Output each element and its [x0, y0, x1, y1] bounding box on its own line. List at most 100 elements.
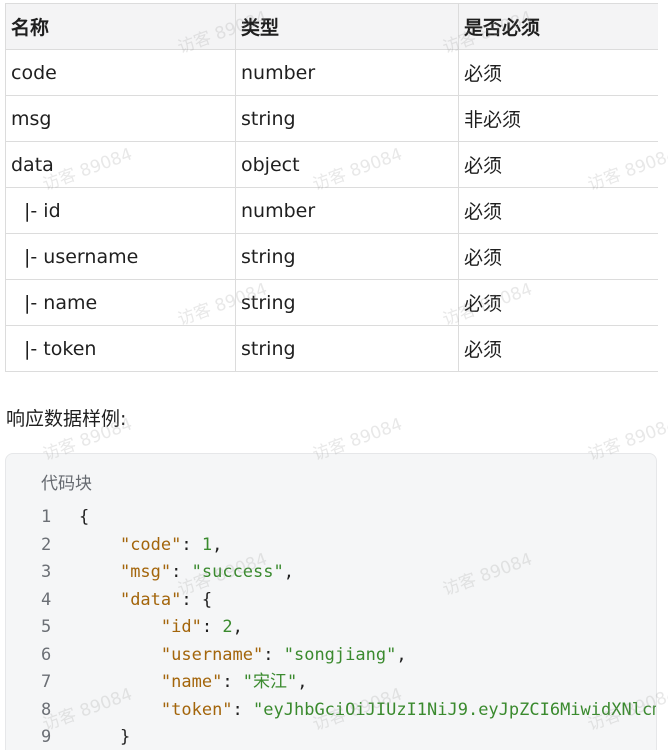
- params-table: 名称 类型 是否必须 code number 必须 msg string 非必须…: [5, 3, 658, 372]
- code-line: 2 "code": 1,: [6, 532, 656, 560]
- cell-required: 必须: [458, 279, 658, 326]
- header-name: 名称: [5, 3, 236, 50]
- table-row: msg string 非必须: [5, 95, 658, 142]
- cell-type: number: [235, 187, 459, 234]
- line-number: 6: [41, 644, 52, 665]
- line-content: "username": "songjiang",: [79, 642, 407, 670]
- line-number: 1: [41, 507, 52, 527]
- code-token: :: [181, 534, 202, 555]
- table-row: |- id number 必须: [5, 187, 658, 234]
- code-token: 2: [222, 617, 233, 637]
- cell-required: 必须: [458, 141, 658, 188]
- code-token: "name": [160, 672, 223, 692]
- cell-type: string: [235, 233, 459, 280]
- page: 名称 类型 是否必须 code number 必须 msg string 非必须…: [0, 0, 668, 750]
- cell-name: data: [5, 141, 236, 188]
- response-example-caption: 响应数据样例:: [6, 408, 127, 430]
- code-token: ,: [212, 534, 223, 555]
- code-token: "songjiang": [283, 644, 397, 665]
- code-token: "code": [119, 534, 182, 555]
- code-token: ,: [297, 672, 308, 692]
- code-token: ,: [283, 562, 294, 582]
- code-token: "username": [160, 644, 264, 665]
- code-token: ,: [232, 617, 243, 637]
- code-token: "data": [119, 589, 182, 610]
- code-token: "msg": [119, 562, 172, 582]
- cell-type: string: [235, 279, 459, 326]
- code-token: "success": [191, 562, 284, 582]
- line-content: "token": "eyJhbGciOiJIUzI1NiJ9.eyJpZCI6M…: [79, 697, 657, 725]
- code-token: :: [222, 672, 243, 692]
- line-content: "id": 2,: [79, 614, 243, 642]
- cell-name: |- username: [5, 233, 236, 280]
- code-token: : {: [181, 589, 213, 610]
- code-line: 3 "msg": "success",: [6, 559, 656, 587]
- code-line: 5 "id": 2,: [6, 614, 656, 642]
- code-block[interactable]: 代码块 1{2 "code": 1, 3 "msg": "success", 4 "…: [5, 453, 657, 750]
- code-block-label: 代码块: [41, 474, 92, 494]
- code-token: :: [263, 644, 284, 665]
- code-token: "宋江": [242, 672, 298, 692]
- code-token: "eyJhbGciOiJIUzI1NiJ9.eyJpZCI6MiwidXNlcm…: [253, 699, 657, 720]
- cell-required: 必须: [458, 325, 658, 372]
- line-number: 2: [41, 534, 52, 555]
- line-content: "code": 1,: [79, 532, 222, 560]
- code-line: 1{: [6, 504, 656, 532]
- code-token: :: [201, 617, 223, 637]
- table-row: |- token string 必须: [5, 325, 658, 372]
- line-content: {: [79, 504, 89, 532]
- cell-required: 非必须: [458, 95, 658, 142]
- table-row: code number 必须: [5, 49, 658, 96]
- table-row: data object 必须: [5, 141, 658, 188]
- table-header-row: 名称 类型 是否必须: [5, 3, 658, 50]
- cell-type: string: [235, 95, 459, 142]
- code-line: 4 "data": {: [6, 587, 656, 615]
- cell-name: code: [5, 49, 236, 96]
- header-required: 是否必须: [458, 3, 658, 50]
- line-number: 3: [41, 562, 52, 582]
- cell-required: 必须: [458, 233, 658, 280]
- line-content: "data": {: [79, 587, 212, 615]
- code-line: 6 "username": "songjiang",: [6, 642, 656, 670]
- code-token: ,: [396, 644, 407, 665]
- cell-type: object: [235, 141, 459, 188]
- code-lines[interactable]: 1{2 "code": 1, 3 "msg": "success", 4 "data…: [6, 504, 656, 750]
- cell-type: string: [235, 325, 459, 372]
- cell-name: |- token: [5, 325, 236, 372]
- table-row: |- name string 必须: [5, 279, 658, 326]
- line-number: 5: [41, 617, 52, 637]
- line-number: 8: [41, 699, 52, 720]
- code-token: "id": [160, 617, 202, 637]
- code-token: {: [79, 507, 90, 527]
- cell-name: |- id: [5, 187, 236, 234]
- line-number: 7: [41, 672, 52, 692]
- code-token: :: [232, 699, 254, 720]
- header-type: 类型: [235, 3, 459, 50]
- line-number: 9: [41, 727, 52, 747]
- code-line: 7 "name": "宋江",: [6, 669, 656, 697]
- code-token: "token": [160, 699, 233, 720]
- code-line: 8 "token": "eyJhbGciOiJIUzI1NiJ9.eyJpZCI…: [6, 697, 656, 725]
- line-number: 4: [41, 589, 52, 610]
- cell-name: |- name: [5, 279, 236, 326]
- code-line: 9 }: [6, 724, 656, 750]
- code-token: :: [171, 562, 192, 582]
- code-token: }: [119, 727, 131, 747]
- line-content: "name": "宋江",: [79, 669, 308, 697]
- cell-required: 必须: [458, 49, 658, 96]
- line-content: }: [79, 724, 130, 750]
- cell-name: msg: [5, 95, 236, 142]
- cell-type: number: [235, 49, 459, 96]
- line-content: "msg": "success",: [79, 559, 294, 587]
- table-row: |- username string 必须: [5, 233, 658, 280]
- cell-required: 必须: [458, 187, 658, 234]
- code-token: 1: [201, 534, 213, 555]
